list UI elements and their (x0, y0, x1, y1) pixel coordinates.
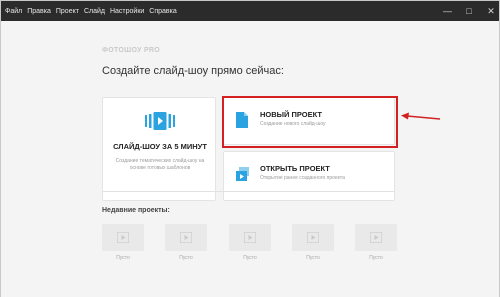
maximize-button[interactable]: □ (465, 6, 473, 16)
recent-project-empty-label: Пусто (306, 255, 320, 261)
recent-project-empty-label: Пусто (179, 255, 193, 261)
film-icon (244, 232, 256, 243)
recent-project-thumbnail (229, 224, 271, 251)
recent-project-slot[interactable]: Пусто (292, 224, 334, 261)
recent-projects-label: Недавние проекты: (102, 207, 170, 214)
title-bar: Файл Правка Проект Слайд Настройки Справ… (1, 1, 499, 21)
menu-settings[interactable]: Настройки (110, 8, 144, 15)
section-divider (102, 191, 395, 192)
annotation-highlight-box (222, 96, 398, 148)
recent-project-slot[interactable]: Пусто (165, 224, 207, 261)
recent-project-slot[interactable]: Пусто (229, 224, 271, 261)
menu-help[interactable]: Справка (149, 8, 176, 15)
app-brand: ФОТОШОУ PRO (102, 47, 161, 54)
recent-project-empty-label: Пусто (116, 255, 130, 261)
recent-project-empty-label: Пусто (369, 255, 383, 261)
film-icon (370, 232, 382, 243)
quick-slideshow-description: Создание тематических слайд-шоу на основ… (115, 158, 205, 171)
film-icon (180, 232, 192, 243)
film-icon (117, 232, 129, 243)
menu-file[interactable]: Файл (5, 8, 22, 15)
annotation-arrow-icon (401, 112, 441, 120)
recent-project-thumbnail (292, 224, 334, 251)
film-play-icon (145, 112, 175, 130)
menu-bar: Файл Правка Проект Слайд Настройки Справ… (5, 1, 177, 21)
minimize-button[interactable]: — (443, 6, 452, 16)
app-window: Файл Правка Проект Слайд Настройки Справ… (0, 0, 500, 297)
recent-project-thumbnail (102, 224, 144, 251)
open-project-title: ОТКРЫТЬ ПРОЕКТ (260, 164, 330, 173)
start-screen: ФОТОШОУ PRO Создайте слайд-шоу прямо сей… (1, 21, 499, 297)
recent-project-thumbnail (165, 224, 207, 251)
open-project-description: Открытие ранее созданного проекта (260, 175, 345, 181)
open-project-icon (236, 167, 249, 181)
recent-project-thumbnail (355, 224, 397, 251)
quick-slideshow-title: СЛАЙД-ШОУ ЗА 5 МИНУТ (113, 142, 207, 151)
quick-slideshow-card[interactable]: СЛАЙД-ШОУ ЗА 5 МИНУТ Создание тематическ… (102, 97, 216, 201)
film-icon (307, 232, 319, 243)
recent-project-slot[interactable]: Пусто (102, 224, 144, 261)
window-controls: — □ ✕ (443, 1, 495, 21)
open-project-card[interactable]: ОТКРЫТЬ ПРОЕКТ Открытие ранее созданного… (223, 151, 395, 201)
recent-project-slot[interactable]: Пусто (355, 224, 397, 261)
menu-edit[interactable]: Правка (27, 8, 51, 15)
menu-project[interactable]: Проект (56, 8, 79, 15)
recent-project-empty-label: Пусто (243, 255, 257, 261)
page-title: Создайте слайд-шоу прямо сейчас: (102, 65, 284, 77)
menu-slide[interactable]: Слайд (84, 8, 105, 15)
close-button[interactable]: ✕ (487, 6, 495, 17)
